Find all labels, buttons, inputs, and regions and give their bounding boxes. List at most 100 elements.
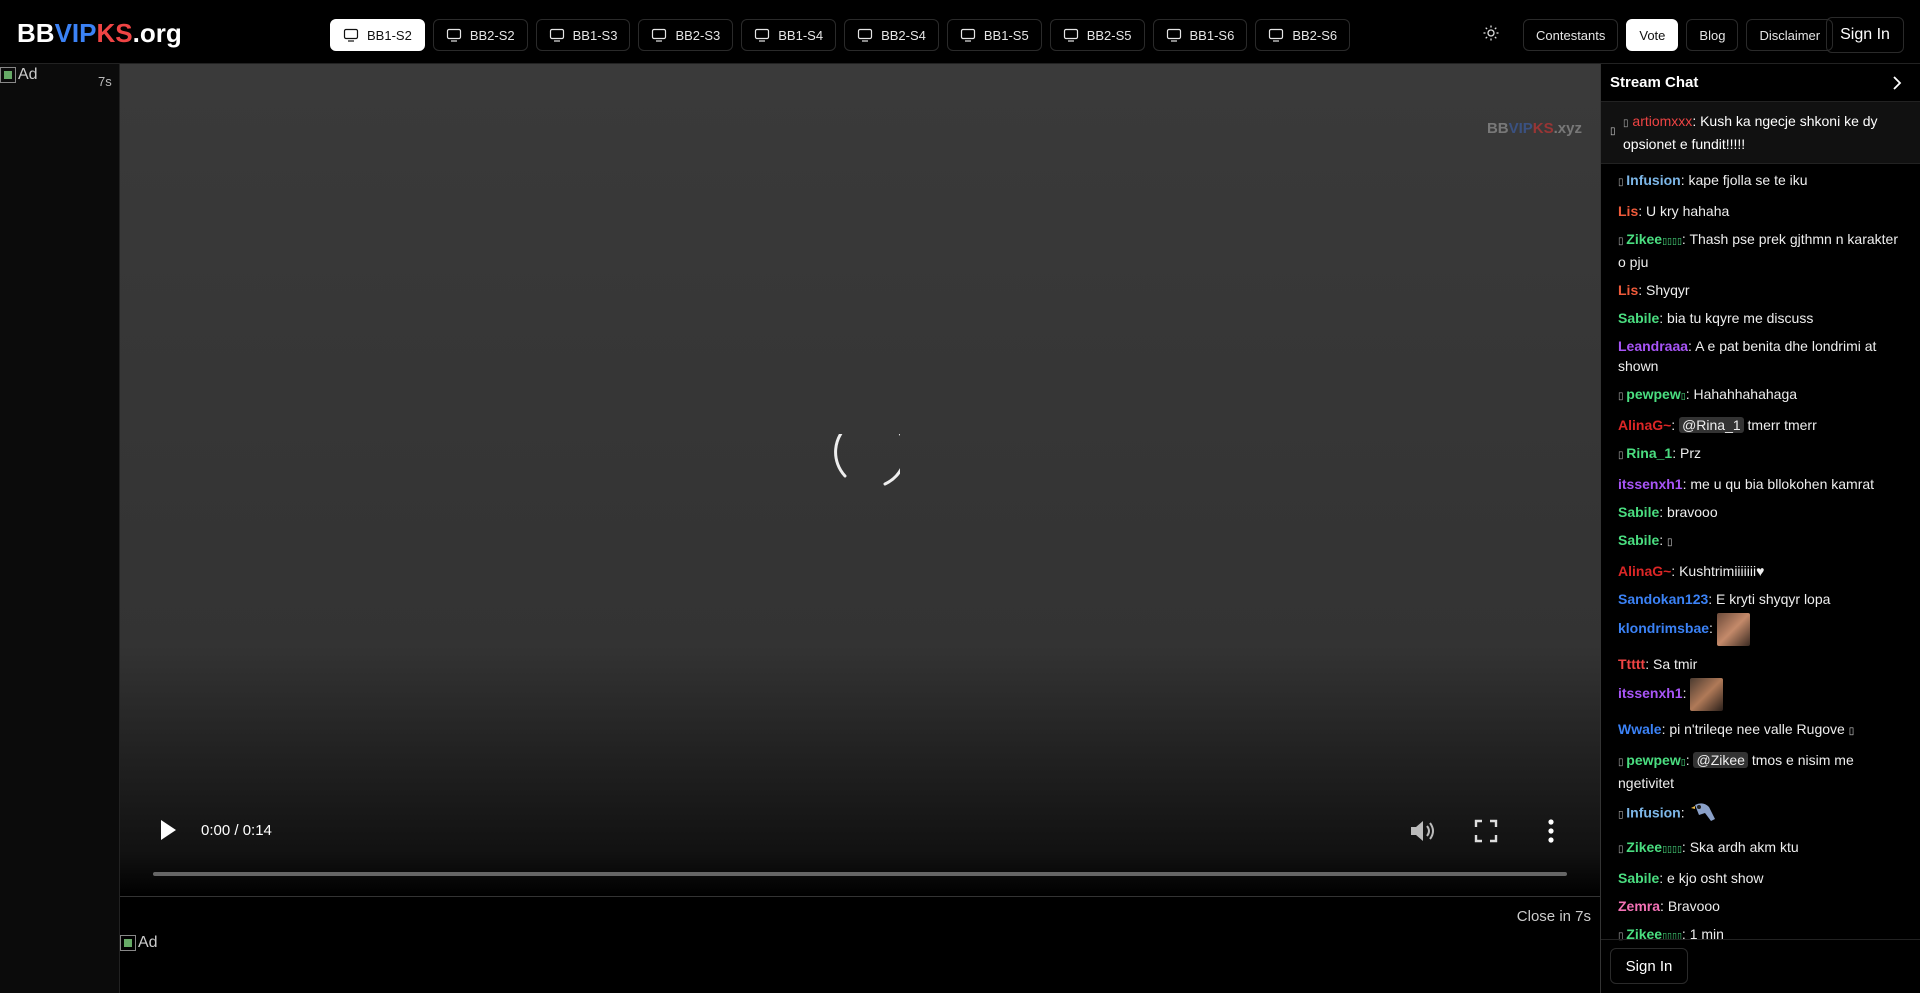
tab-bb1-s3[interactable]: BB1-S3 <box>535 19 631 51</box>
sun-icon <box>1483 25 1499 41</box>
chat-username[interactable]: itssenxh1 <box>1618 476 1683 492</box>
chat-message: ▯ Zikee▯▯▯▯: Ska ardh akm ktu <box>1618 839 1799 855</box>
chat-message: Ttttt: Sa tmir <box>1618 656 1698 672</box>
tab-label: BB1-S4 <box>778 27 824 43</box>
chat-username[interactable]: AlinaG~ <box>1618 417 1671 433</box>
chat-message: Leandraaa: A e pat benita dhe londrimi a… <box>1618 338 1877 374</box>
chat-text: Kushtrimiiiiiii♥ <box>1679 563 1765 579</box>
chat-username[interactable]: Sandokan123 <box>1618 591 1708 607</box>
chat-username[interactable]: Leandraaa <box>1618 338 1688 354</box>
tv-icon <box>960 28 975 42</box>
chat-username[interactable]: Zikee <box>1626 839 1662 855</box>
theme-toggle-button[interactable] <box>1480 22 1502 44</box>
chat-username[interactable]: Infusion <box>1626 172 1680 188</box>
ad-close-countdown[interactable]: Close in 7s <box>1517 908 1591 925</box>
video-time: 0:00 / 0:14 <box>201 822 272 839</box>
broken-image-icon <box>0 67 16 83</box>
chat-username[interactable]: klondrimsbae <box>1618 620 1709 636</box>
chat-username[interactable]: Rina_1 <box>1626 445 1672 461</box>
logo-part-ks: KS <box>96 18 133 48</box>
chat-username[interactable]: AlinaG~ <box>1618 563 1671 579</box>
tv-icon <box>549 28 564 42</box>
chat-username[interactable]: Zikee <box>1626 231 1662 247</box>
chat-message: Wwale: pi n'trileqe nee valle Rugove ▯ <box>1618 721 1855 737</box>
tab-bb2-s6[interactable]: BB2-S6 <box>1255 19 1351 51</box>
chat-message: klondrimsbae: <box>1618 613 1904 646</box>
site-logo[interactable]: BBVIPKS.org <box>17 18 182 49</box>
chat-message: Lis: Shyqyr <box>1618 282 1690 298</box>
chat-text: e kjo osht show <box>1667 870 1764 886</box>
ad-alt-text: Ad <box>138 934 158 951</box>
tv-icon <box>343 28 359 42</box>
video-controls: 0:00 / 0:14 <box>120 776 1600 896</box>
stream-chat-panel: Stream Chat ▯ ▯ artiomxxx: Kush ka ngecj… <box>1600 64 1920 993</box>
chat-mention[interactable]: @Rina_1 <box>1679 417 1744 433</box>
bottom-ad-panel: Close in 7s Ad <box>120 897 1600 993</box>
video-player[interactable]: BBVIPKS.xyz 0:00 / 0:14 <box>120 64 1600 897</box>
volume-icon[interactable] <box>1407 816 1437 846</box>
emoji-placeholder-icon: ▯▯▯▯ <box>1662 236 1682 246</box>
chat-sign-in-button[interactable]: Sign In <box>1610 948 1688 984</box>
chat-username[interactable]: pewpew <box>1626 752 1680 768</box>
nav-blog[interactable]: Blog <box>1686 19 1739 51</box>
left-ad-panel: Ad <box>0 64 120 993</box>
chat-message: Sabile: bravooo <box>1618 504 1718 520</box>
bottom-ad-image[interactable]: Ad <box>120 934 158 952</box>
chat-message: Sandokan123: E kryti shyqyr lopa <box>1618 591 1831 607</box>
tab-bb2-s2[interactable]: BB2-S2 <box>432 19 528 51</box>
tab-bb1-s6[interactable]: BB1-S6 <box>1152 19 1248 51</box>
chat-username[interactable]: Sabile <box>1618 532 1659 548</box>
tab-bb1-s4[interactable]: BB1-S4 <box>741 19 837 51</box>
left-ad-image[interactable]: Ad <box>0 66 38 84</box>
chat-message: ▯ Infusion: kape fjolla se te iku <box>1618 172 1808 188</box>
fullscreen-icon[interactable] <box>1471 816 1501 846</box>
chat-mention[interactable]: @Zikee <box>1693 752 1748 768</box>
more-options-icon[interactable] <box>1536 816 1566 846</box>
chat-text: pi n'trileqe nee valle Rugove <box>1669 721 1845 737</box>
chevron-right-icon[interactable] <box>1890 75 1904 90</box>
chat-message: ▯ Infusion: <box>1618 799 1904 829</box>
tab-bb2-s5[interactable]: BB2-S5 <box>1049 19 1145 51</box>
chat-text: me u qu bia bllokohen kamrat <box>1690 476 1875 492</box>
chat-username[interactable]: pewpew <box>1626 386 1680 402</box>
chat-username[interactable]: Sabile <box>1618 504 1659 520</box>
chat-username[interactable]: Infusion <box>1626 805 1680 821</box>
chat-username[interactable]: Wwale <box>1618 721 1662 737</box>
chat-username[interactable]: Lis <box>1618 282 1638 298</box>
video-progress-bar[interactable] <box>153 872 1567 876</box>
tv-icon <box>652 28 667 42</box>
chat-username[interactable]: Zemra <box>1618 898 1660 914</box>
chat-username[interactable]: Sabile <box>1618 870 1659 886</box>
nav-contestants[interactable]: Contestants <box>1523 19 1619 51</box>
watermark-part: VIP <box>1508 120 1533 137</box>
chat-username[interactable]: Ttttt <box>1618 656 1645 672</box>
tab-bb1-s2[interactable]: BB1-S2 <box>330 19 425 51</box>
bird-sticker-icon[interactable] <box>1689 799 1721 829</box>
watermark-part: .xyz <box>1553 120 1582 137</box>
tab-bb1-s5[interactable]: BB1-S5 <box>946 19 1042 51</box>
emoji-placeholder-icon: ▯▯▯▯ <box>1662 844 1682 854</box>
chat-image-thumbnail[interactable] <box>1690 678 1724 711</box>
tab-bb2-s4[interactable]: BB2-S4 <box>844 19 939 51</box>
nav-vote[interactable]: Vote <box>1626 19 1679 51</box>
chat-username[interactable]: itssenxh1 <box>1618 685 1683 701</box>
chat-message: itssenxh1: <box>1618 678 1904 711</box>
left-ad-timer: 7s <box>98 74 112 89</box>
chat-text: U kry hahaha <box>1646 203 1730 219</box>
play-icon[interactable] <box>158 818 178 842</box>
nav-disclaimer[interactable]: Disclaimer <box>1746 19 1834 51</box>
tab-label: BB2-S6 <box>1292 27 1338 43</box>
pinned-user[interactable]: artiomxxx <box>1632 113 1692 129</box>
tab-bb2-s3[interactable]: BB2-S3 <box>638 19 734 51</box>
chat-username[interactable]: Sabile <box>1618 310 1659 326</box>
tab-label: BB1-S3 <box>572 27 618 43</box>
emoji-placeholder-icon: ▯ <box>1680 757 1686 767</box>
chat-text: Shyqyr <box>1646 282 1690 298</box>
chat-title: Stream Chat <box>1610 74 1699 91</box>
chat-text: Ska ardh akm ktu <box>1689 839 1799 855</box>
chat-username[interactable]: Lis <box>1618 203 1638 219</box>
chat-text: Hahahhahahaga <box>1693 386 1798 402</box>
sign-in-button[interactable]: Sign In <box>1826 17 1904 53</box>
chat-image-thumbnail[interactable] <box>1716 613 1750 646</box>
chat-text: E kryti shyqyr lopa <box>1716 591 1831 607</box>
